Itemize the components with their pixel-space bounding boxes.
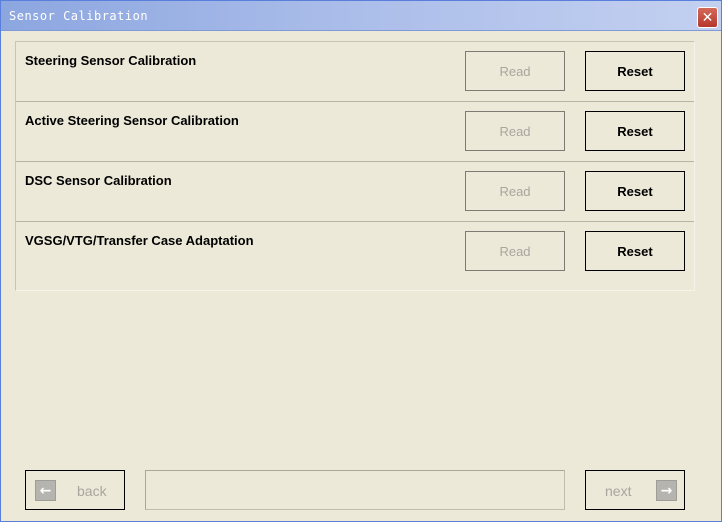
title-bar[interactable]: Sensor Calibration ✕ [1,1,721,31]
read-button[interactable]: Read [465,171,565,211]
close-button[interactable]: ✕ [697,7,718,28]
next-button-label: next [605,483,632,499]
reset-button[interactable]: Reset [585,171,685,211]
arrow-left-icon: ← [35,480,56,501]
calibration-row-label: VGSG/VTG/Transfer Case Adaptation [25,233,254,248]
reset-button[interactable]: Reset [585,51,685,91]
reset-button[interactable]: Reset [585,231,685,271]
reset-button[interactable]: Reset [585,111,685,151]
calibration-row-label: DSC Sensor Calibration [25,173,172,188]
calibration-row-label: Active Steering Sensor Calibration [25,113,239,128]
back-button[interactable]: ← back [25,470,125,510]
status-field [145,470,565,510]
back-button-label: back [77,483,107,499]
calibration-row-label: Steering Sensor Calibration [25,53,197,68]
calibration-list: Steering Sensor Calibration Read Reset A… [15,41,695,291]
arrow-right-icon: → [656,480,677,501]
read-button[interactable]: Read [465,111,565,151]
calibration-row-steering: Steering Sensor Calibration Read Reset [16,42,694,102]
calibration-row-dsc: DSC Sensor Calibration Read Reset [16,162,694,222]
next-button[interactable]: next → [585,470,685,510]
read-button[interactable]: Read [465,231,565,271]
calibration-row-active-steering: Active Steering Sensor Calibration Read … [16,102,694,162]
calibration-row-vgsg: VGSG/VTG/Transfer Case Adaptation Read R… [16,222,694,282]
window-title: Sensor Calibration [9,9,149,23]
read-button[interactable]: Read [465,51,565,91]
close-icon: ✕ [701,9,714,26]
sensor-calibration-window: Sensor Calibration ✕ Steering Sensor Cal… [0,0,722,522]
